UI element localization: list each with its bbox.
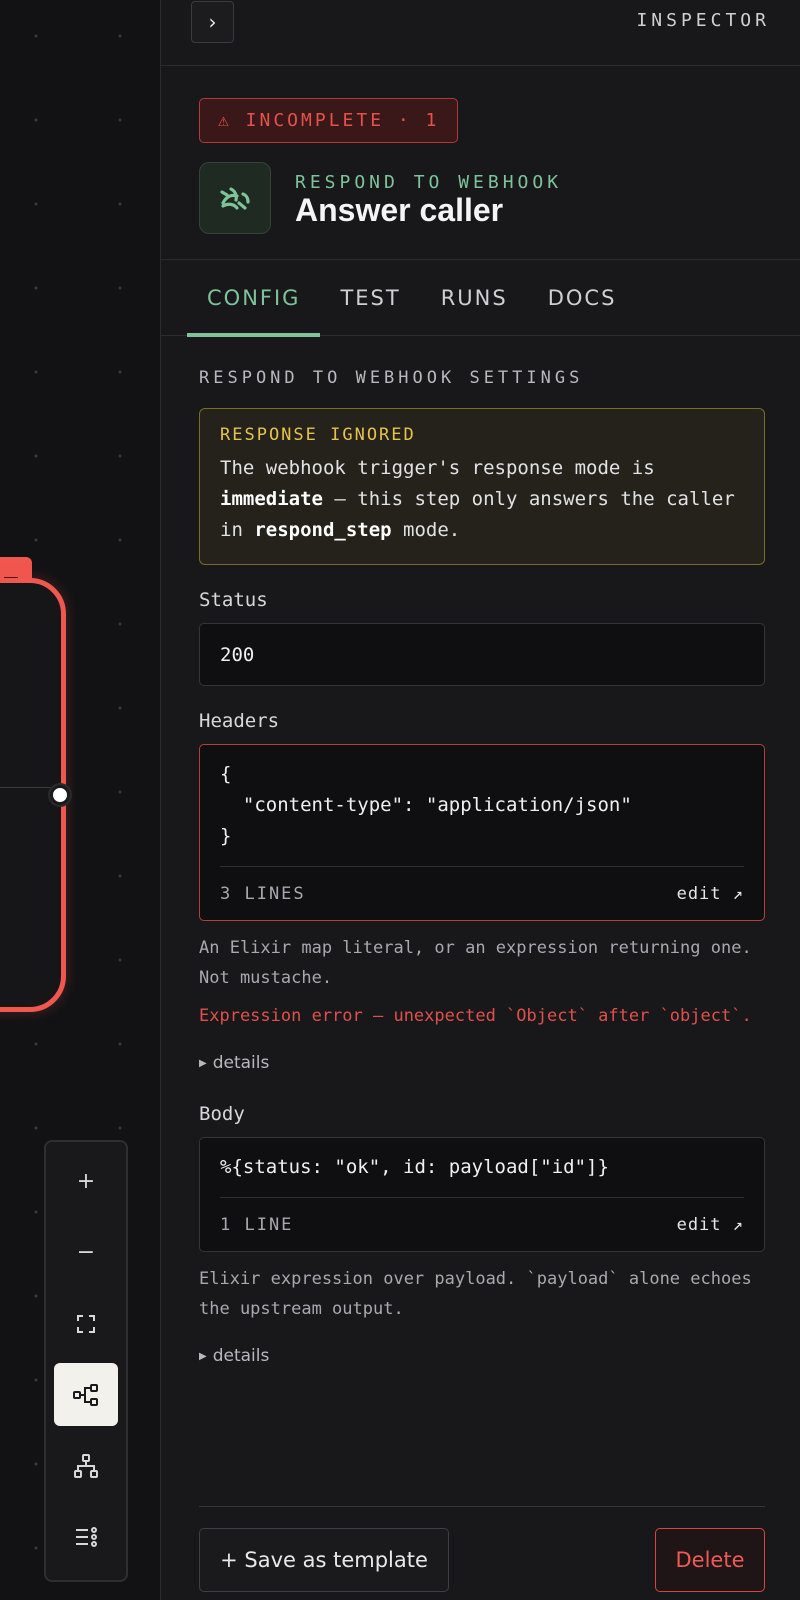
settings-section-title: RESPOND TO WEBHOOK SETTINGS (199, 368, 584, 388)
inspector-footer: + Save as template Delete (199, 1506, 765, 1596)
panel-title: INSPECTOR (636, 10, 770, 31)
tab-docs[interactable]: DOCS (528, 260, 637, 336)
body-editor[interactable]: %{status: "ok", id: payload["id"]} 1 LIN… (199, 1137, 765, 1252)
save-as-template-button[interactable]: + Save as template (199, 1528, 449, 1592)
list-view-button[interactable] (54, 1505, 118, 1568)
inspector-panel: › INSPECTOR ⚠ INCOMPLETE · 1 RESPOND TO … (160, 0, 800, 1600)
headers-help-text: An Elixir map literal, or an expression … (199, 938, 752, 988)
flow-graph-icon (73, 1383, 98, 1406)
delete-button[interactable]: Delete (655, 1528, 765, 1592)
code-line: "content-type": "application/json" (220, 794, 632, 816)
webhook-icon (199, 162, 271, 234)
code-line: { (220, 763, 232, 785)
config-content: RESPOND TO WEBHOOK SETTINGS RESPONSE IGN… (199, 336, 765, 1366)
warning-title: RESPONSE IGNORED (220, 425, 416, 445)
headers-label: Headers (199, 710, 280, 732)
body-label: Body (199, 1103, 245, 1125)
status-label: Status (199, 589, 268, 611)
node-output-handle[interactable] (50, 785, 70, 805)
line-count: 3 LINES (220, 883, 306, 904)
edit-body-link[interactable]: edit ↗ (677, 1215, 744, 1235)
body-editor-footer: 1 LINE edit ↗ (220, 1197, 744, 1251)
minus-icon: − (76, 1240, 96, 1265)
code-line: %{status: "ok", id: payload["id"]} (220, 1156, 609, 1178)
tab-test[interactable]: TEST (320, 260, 420, 336)
list-icon (76, 1526, 97, 1547)
zoom-in-button[interactable]: + (54, 1150, 118, 1213)
response-ignored-warning: RESPONSE IGNORED The webhook trigger's r… (199, 408, 765, 565)
inspector-tabs: CONFIG TEST RUNS DOCS (161, 260, 800, 337)
zoom-out-button[interactable]: − (54, 1221, 118, 1284)
flow-layout-button[interactable] (54, 1363, 118, 1426)
status-input[interactable]: 200 (199, 623, 765, 686)
incomplete-badge[interactable]: ⚠ INCOMPLETE · 1 (199, 98, 459, 143)
fit-view-button[interactable] (54, 1292, 118, 1355)
step-name: Answer caller (295, 192, 504, 228)
body-details-toggle[interactable]: ▶ details (199, 1346, 765, 1366)
tab-config[interactable]: CONFIG (187, 260, 321, 337)
edit-headers-link[interactable]: edit ↗ (677, 884, 744, 904)
step-header: ⚠ INCOMPLETE · 1 RESPOND TO WEBHOOK Answ… (161, 66, 800, 260)
code-line: } (220, 825, 232, 847)
workflow-canvas[interactable]: + − (0, 0, 160, 1600)
warning-text: The webhook trigger's response mode is i… (220, 457, 735, 541)
headers-editor-footer: 3 LINES edit ↗ (220, 866, 744, 920)
inspector-header: › INSPECTOR (161, 0, 800, 66)
headers-error-text: Expression error — unexpected `Object` a… (199, 1006, 752, 1026)
line-count: 1 LINE (220, 1214, 294, 1235)
tab-runs[interactable]: RUNS (421, 260, 528, 336)
plus-icon: + (76, 1169, 96, 1194)
collapse-panel-button[interactable]: › (191, 1, 234, 43)
hierarchy-icon (74, 1453, 98, 1478)
headers-editor[interactable]: { "content-type": "application/json" } 3… (199, 744, 765, 921)
triangle-right-icon: ▶ (199, 1058, 207, 1069)
canvas-toolbar: + − (44, 1140, 128, 1582)
tree-layout-button[interactable] (54, 1434, 118, 1497)
step-type-label: RESPOND TO WEBHOOK (295, 172, 563, 193)
chevron-right-icon: › (208, 10, 217, 34)
headers-details-toggle[interactable]: ▶ details (199, 1053, 765, 1073)
body-help-text: Elixir expression over payload. `payload… (199, 1269, 752, 1319)
triangle-right-icon: ▶ (199, 1351, 207, 1362)
fit-view-icon (77, 1314, 95, 1333)
